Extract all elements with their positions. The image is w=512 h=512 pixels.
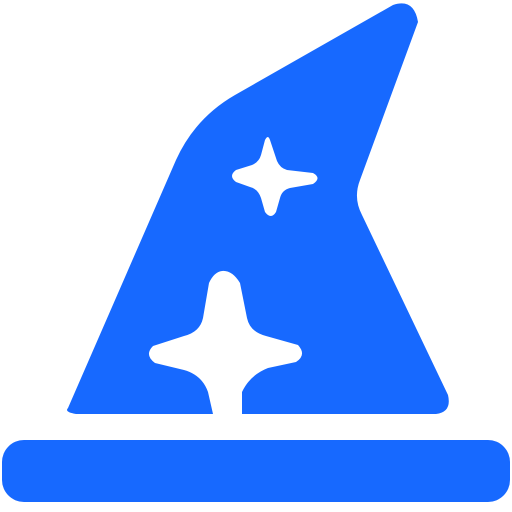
- hat-brim: [2, 440, 510, 502]
- wizard-hat-icon: [2, 3, 510, 502]
- hat-cone: [67, 3, 449, 415]
- icon-canvas: [0, 0, 512, 512]
